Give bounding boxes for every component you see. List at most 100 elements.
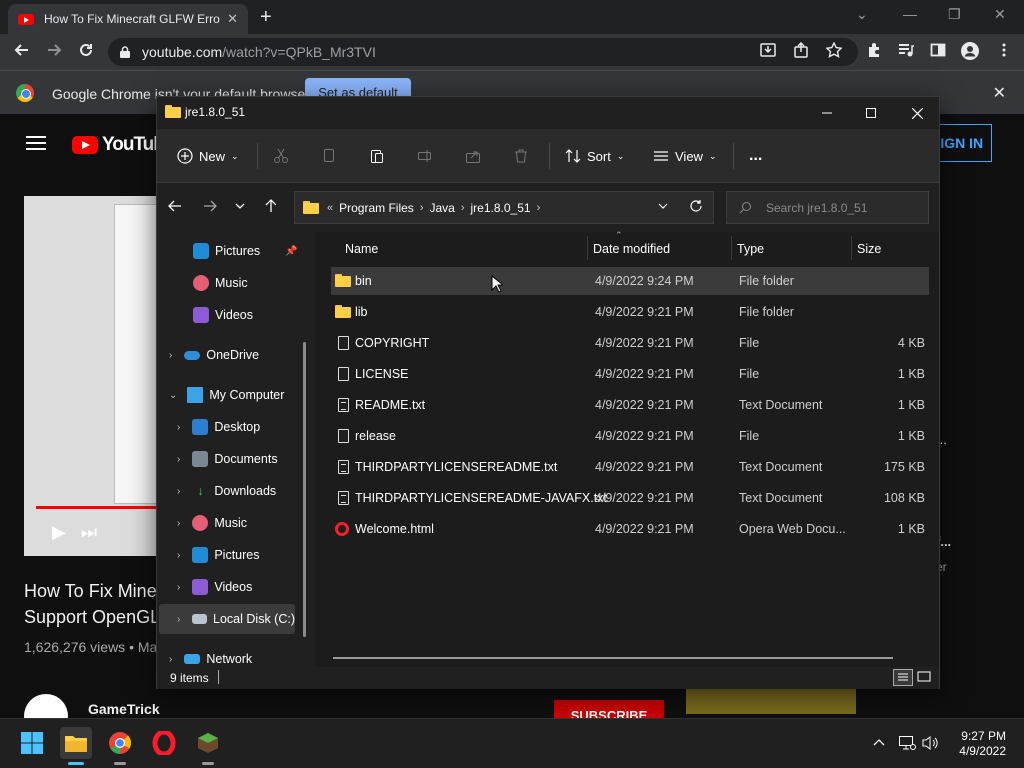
file-row[interactable]: COPYRIGHT 4/9/2022 9:21 PM File 4 KB (331, 329, 929, 357)
install-app-icon[interactable] (760, 42, 778, 60)
share-file-icon[interactable] (465, 143, 487, 169)
play-icon[interactable]: ▶ ⏭ (52, 522, 97, 543)
cut-icon[interactable] (273, 143, 295, 169)
tiles-view-button[interactable] (915, 669, 935, 686)
channel-name[interactable]: GameTrick (88, 701, 160, 717)
taskbar-minecraft[interactable] (192, 727, 224, 765)
file-row[interactable]: lib 4/9/2022 9:21 PM File folder (331, 298, 929, 326)
rename-icon[interactable] (417, 143, 439, 169)
search-box[interactable]: Search jre1.8.0_51 (726, 191, 929, 224)
recent-locations-icon[interactable] (234, 198, 254, 218)
address-bar[interactable]: youtube.com/watch?v=QPkB_Mr3TVI (108, 38, 858, 66)
chevron-right-icon[interactable]: › (169, 654, 172, 665)
start-button[interactable] (16, 727, 48, 759)
chevron-right-icon[interactable]: › (177, 486, 180, 497)
file-row[interactable]: README.txt 4/9/2022 9:21 PM Text Documen… (331, 391, 929, 419)
chevron-right-icon[interactable]: › (177, 582, 180, 593)
address-dropdown-icon[interactable] (657, 200, 669, 212)
up-icon[interactable] (263, 198, 283, 218)
view-button[interactable]: View ⌄ (653, 143, 717, 169)
chevron-right-icon[interactable]: › (177, 550, 180, 561)
file-row[interactable]: THIRDPARTYLICENSEREADME.txt 4/9/2022 9:2… (331, 453, 929, 481)
chrome-menu-icon[interactable] (996, 42, 1014, 60)
chevron-right-icon[interactable]: › (177, 614, 180, 625)
system-clock[interactable]: 9:27 PM 4/9/2022 (959, 729, 1006, 759)
column-header-size[interactable]: Size (857, 242, 881, 262)
new-tab-button[interactable]: + (260, 6, 272, 29)
bookmark-star-icon[interactable] (826, 42, 844, 60)
nav-item-music[interactable]: Music (193, 268, 248, 298)
minimize-button[interactable] (807, 101, 847, 125)
breadcrumb-overflow[interactable]: « (327, 202, 333, 214)
volume-icon[interactable] (922, 735, 940, 751)
file-row[interactable]: Welcome.html 4/9/2022 9:21 PM Opera Web … (331, 515, 929, 543)
see-more-button[interactable]: ... (749, 143, 762, 169)
hamburger-menu-icon[interactable] (26, 136, 46, 150)
address-breadcrumb[interactable]: « Program Files › Java › jre1.8.0_51 › (294, 191, 714, 224)
forward-icon[interactable] (46, 42, 62, 58)
close-infobar-icon[interactable]: ✕ (993, 83, 1006, 103)
horizontal-scrollbar[interactable] (333, 657, 893, 659)
column-header-date[interactable]: Date modified (593, 242, 670, 262)
network-status-icon[interactable] (898, 735, 916, 751)
new-button[interactable]: New ⌄ (177, 143, 239, 169)
back-icon[interactable] (167, 198, 187, 218)
breadcrumb-jre[interactable]: jre1.8.0_51 (471, 201, 531, 215)
lock-icon[interactable] (120, 46, 130, 58)
explorer-titlebar[interactable]: jre1.8.0_51 (157, 97, 939, 129)
breadcrumb-java[interactable]: Java (429, 201, 454, 215)
breadcrumb-program-files[interactable]: Program Files (339, 201, 414, 215)
video-progress-bar[interactable] (36, 506, 164, 509)
chevron-right-icon[interactable]: › (461, 202, 465, 214)
show-hidden-icons-icon[interactable] (872, 735, 886, 749)
column-divider[interactable] (731, 236, 732, 260)
maximize-button[interactable] (851, 101, 891, 125)
nav-item-local-disk[interactable]: › Local Disk (C:) (159, 604, 295, 634)
close-tab-icon[interactable]: ✕ (227, 11, 238, 27)
nav-item-music[interactable]: › Music (177, 508, 247, 538)
details-view-button[interactable] (893, 669, 913, 686)
nav-item-onedrive[interactable]: › OneDrive (169, 340, 259, 370)
chevron-right-icon[interactable]: › (177, 518, 180, 529)
nav-scrollbar[interactable] (303, 342, 306, 637)
column-header-type[interactable]: Type (737, 242, 764, 262)
side-panel-icon[interactable] (930, 42, 948, 60)
profile-icon[interactable] (961, 42, 979, 60)
nav-item-videos[interactable]: Videos (193, 300, 253, 330)
restore-browser-button[interactable]: ❐ (948, 6, 961, 23)
nav-item-pictures[interactable]: Pictures 📌 (193, 236, 297, 266)
reload-icon[interactable] (78, 42, 94, 58)
close-browser-button[interactable]: ✕ (994, 6, 1006, 23)
chevron-right-icon[interactable]: › (177, 422, 180, 433)
minimize-browser-button[interactable]: — (903, 6, 917, 22)
file-row[interactable]: release 4/9/2022 9:21 PM File 1 KB (331, 422, 929, 450)
chevron-right-icon[interactable]: › (537, 202, 541, 214)
browser-tab[interactable]: How To Fix Minecraft GLFW Error ✕ (8, 4, 248, 34)
nav-item-desktop[interactable]: › Desktop (177, 412, 260, 442)
paste-icon[interactable] (369, 143, 391, 169)
chevron-down-icon[interactable]: ⌄ (169, 390, 177, 401)
chevron-right-icon[interactable]: › (169, 350, 172, 361)
delete-icon[interactable] (513, 143, 535, 169)
taskbar-chrome[interactable] (104, 727, 136, 765)
column-header-name[interactable]: Name (345, 242, 378, 262)
chevron-right-icon[interactable]: › (177, 454, 180, 465)
nav-item-my-computer[interactable]: ⌄ My Computer (169, 380, 284, 410)
nav-item-pictures[interactable]: › Pictures (177, 540, 260, 570)
close-window-button[interactable] (897, 101, 937, 125)
sort-button[interactable]: Sort ⌄ (565, 143, 624, 169)
chevron-right-icon[interactable]: › (420, 202, 424, 214)
refresh-icon[interactable] (689, 199, 703, 213)
nav-item-downloads[interactable]: › ↓ Downloads (177, 476, 276, 506)
tab-search-icon[interactable]: ⌄ (856, 6, 868, 23)
taskbar-opera[interactable] (148, 727, 180, 759)
copy-icon[interactable] (321, 143, 343, 169)
taskbar-file-explorer[interactable] (60, 727, 92, 765)
column-divider[interactable] (851, 236, 852, 260)
video-player[interactable]: ▶ ⏭ (24, 196, 164, 556)
extensions-icon[interactable] (866, 42, 884, 60)
back-icon[interactable] (14, 42, 30, 58)
forward-icon[interactable] (202, 198, 222, 218)
nav-item-documents[interactable]: › Documents (177, 444, 278, 474)
file-row[interactable]: THIRDPARTYLICENSEREADME-JAVAFX.txt 4/9/2… (331, 484, 929, 512)
